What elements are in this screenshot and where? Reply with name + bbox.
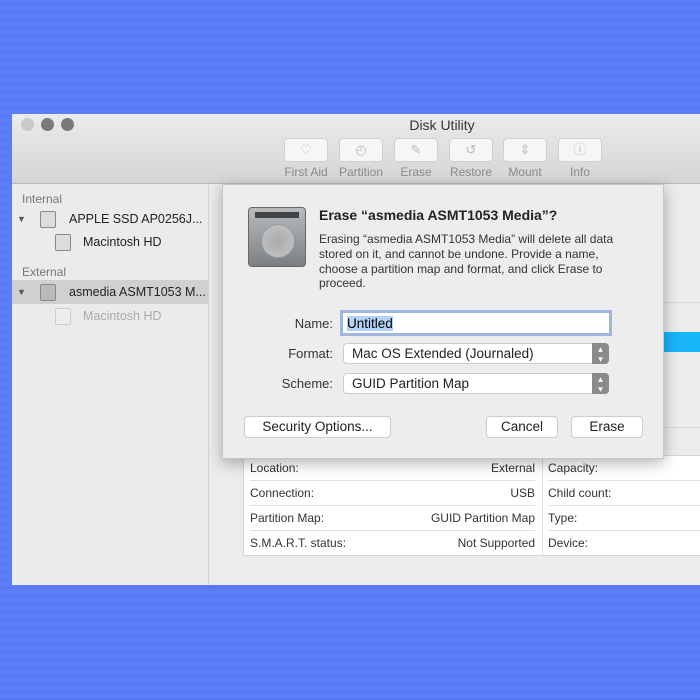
info-row: Connection: USB xyxy=(250,481,535,506)
info-value: External xyxy=(490,461,535,475)
titlebar: Disk Utility ♡ First Aid ◴ Partition ✎ Eras… xyxy=(12,114,700,184)
info-key: S.M.A.R.T. status: xyxy=(250,536,347,550)
name-input[interactable]: Untitled xyxy=(340,310,612,336)
erase-button[interactable]: ✎ Erase xyxy=(393,138,439,179)
first-aid-button[interactable]: ♡ First Aid xyxy=(283,138,329,179)
info-key: Device: xyxy=(548,536,589,550)
name-label: Name: xyxy=(294,316,333,331)
partition-button[interactable]: ◴ Partition xyxy=(338,138,384,179)
section-internal: Internal xyxy=(22,192,63,206)
usage-bar xyxy=(662,332,700,352)
sidebar-item-macintosh-hd[interactable]: Macintosh HD xyxy=(12,230,208,254)
info-key: Child count: xyxy=(548,481,700,506)
erase-confirm-button[interactable]: Erase xyxy=(571,416,643,438)
sidebar-item-apple-ssd[interactable]: ▼ APPLE SSD AP0256J... xyxy=(12,207,208,231)
volume-icon xyxy=(55,308,71,325)
scheme-value: GUID Partition Map xyxy=(352,376,470,391)
cancel-button[interactable]: Cancel xyxy=(486,416,558,438)
sidebar-item-label: APPLE SSD AP0256J... xyxy=(69,212,203,226)
external-disk-icon xyxy=(40,284,56,301)
format-label: Format: xyxy=(288,346,333,361)
scheme-label: Scheme: xyxy=(281,376,333,391)
sidebar-item-label: Macintosh HD xyxy=(83,235,162,249)
sidebar-item-label: asmedia ASMT1053 M... xyxy=(69,285,206,299)
window-title: Disk Utility xyxy=(409,117,475,133)
format-select[interactable]: Mac OS Extended (Journaled) ▴ ▾ xyxy=(343,343,609,364)
sidebar-item-macintosh-hd-external[interactable]: Macintosh HD xyxy=(12,304,208,328)
disclosure-triangle-icon[interactable]: ▼ xyxy=(17,280,26,304)
disclosure-triangle-icon[interactable]: ▼ xyxy=(17,207,26,231)
erase-icon: ✎ xyxy=(394,138,438,162)
info-value: USB xyxy=(510,486,535,500)
info-icon: ⓘ xyxy=(558,138,602,162)
dialog-title: Erase “asmedia ASMT1053 Media”? xyxy=(319,207,558,223)
scheme-select[interactable]: GUID Partition Map ▴ ▾ xyxy=(343,373,609,394)
mount-button[interactable]: ⇕ Mount xyxy=(502,138,548,179)
info-key: Partition Map: xyxy=(250,511,325,525)
name-value: Untitled xyxy=(347,316,393,331)
chevron-updown-icon: ▴ ▾ xyxy=(592,373,609,394)
info-value: GUID Partition Map xyxy=(430,511,535,525)
info-value: Not Supported xyxy=(457,536,535,550)
chevron-updown-icon: ▴ ▾ xyxy=(592,343,609,364)
erase-dialog: Erase “asmedia ASMT1053 Media”? Erasing … xyxy=(222,184,664,459)
stethoscope-icon: ♡ xyxy=(284,138,328,162)
toolbar-label: Info xyxy=(569,165,590,179)
sidebar-item-asmedia[interactable]: ▼ asmedia ASMT1053 M... xyxy=(12,280,208,304)
volume-icon xyxy=(55,234,71,251)
mount-icon: ⇕ xyxy=(503,138,547,162)
info-row: S.M.A.R.T. status: Not Supported xyxy=(250,531,535,556)
column-divider xyxy=(542,456,543,555)
security-options-button[interactable]: Security Options... xyxy=(244,416,391,438)
info-key: Location: xyxy=(250,461,299,475)
info-key: Capacity: xyxy=(548,456,700,481)
sidebar: Internal ▼ APPLE SSD AP0256J... Macintosh… xyxy=(12,185,209,585)
info-row: Location: External xyxy=(250,456,535,481)
disk-icon xyxy=(40,211,56,228)
info-table: Location: External Connection: USB Partiti… xyxy=(243,455,700,556)
info-key: Type: xyxy=(548,506,700,531)
sidebar-item-label: Macintosh HD xyxy=(83,309,162,323)
hard-drive-icon xyxy=(248,207,306,267)
info-button[interactable]: ⓘ Info xyxy=(557,138,603,179)
info-key: Connection: xyxy=(250,486,315,500)
section-external: External xyxy=(22,265,67,279)
restore-button[interactable]: ↺ Restore xyxy=(448,138,494,179)
format-value: Mac OS Extended (Journaled) xyxy=(352,346,534,361)
info-row: Partition Map: GUID Partition Map xyxy=(250,506,535,531)
partition-icon: ◴ xyxy=(339,138,383,162)
restore-icon: ↺ xyxy=(449,138,493,162)
dialog-message: Erasing “asmedia ASMT1053 Media” will de… xyxy=(319,232,614,291)
